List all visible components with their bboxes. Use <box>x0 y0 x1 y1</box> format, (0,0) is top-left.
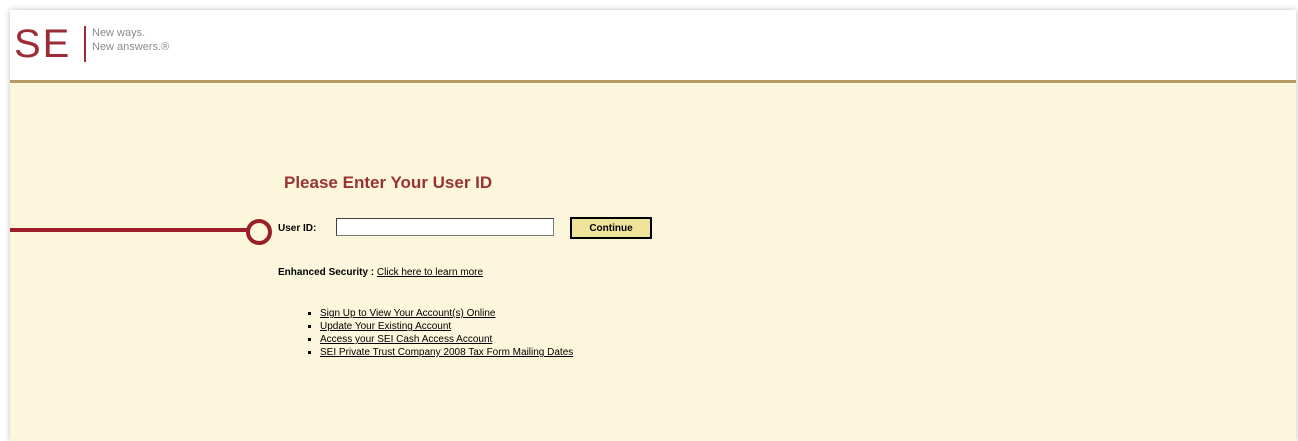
enhanced-security: Enhanced Security : Click here to learn … <box>278 267 483 278</box>
page-frame: SE New ways. New answers.® Please Enter … <box>10 10 1296 441</box>
enhanced-security-label: Enhanced Security : <box>278 267 375 278</box>
update-account-link[interactable]: Update Your Existing Account <box>320 321 451 332</box>
continue-button[interactable]: Continue <box>570 217 652 239</box>
sign-up-link[interactable]: Sign Up to View Your Account(s) Online <box>320 308 495 319</box>
account-links-list: Sign Up to View Your Account(s) Online U… <box>306 307 573 359</box>
callout-marker <box>246 219 272 245</box>
tagline-line-1: New ways. <box>92 27 146 39</box>
cash-access-link[interactable]: Access your SEI Cash Access Account <box>320 334 492 345</box>
list-item: Sign Up to View Your Account(s) Online <box>320 307 573 320</box>
logo-divider <box>84 26 86 62</box>
site-header: SE New ways. New answers.® <box>10 10 1296 83</box>
tagline: New ways. New answers.® <box>92 26 169 54</box>
list-item: Access your SEI Cash Access Account <box>320 333 573 346</box>
userid-label: User ID: <box>278 223 317 234</box>
sei-logo[interactable]: SE <box>14 24 71 64</box>
callout-line <box>10 228 248 232</box>
tax-form-dates-link[interactable]: SEI Private Trust Company 2008 Tax Form … <box>320 347 573 358</box>
tagline-line-2: New answers.® <box>92 41 170 53</box>
userid-input[interactable] <box>336 218 554 236</box>
list-item: Update Your Existing Account <box>320 320 573 333</box>
main-content: Please Enter Your User ID User ID: Conti… <box>10 83 1296 441</box>
page-title: Please Enter Your User ID <box>284 173 493 192</box>
learn-more-link[interactable]: Click here to learn more <box>377 267 483 278</box>
list-item: SEI Private Trust Company 2008 Tax Form … <box>320 346 573 359</box>
